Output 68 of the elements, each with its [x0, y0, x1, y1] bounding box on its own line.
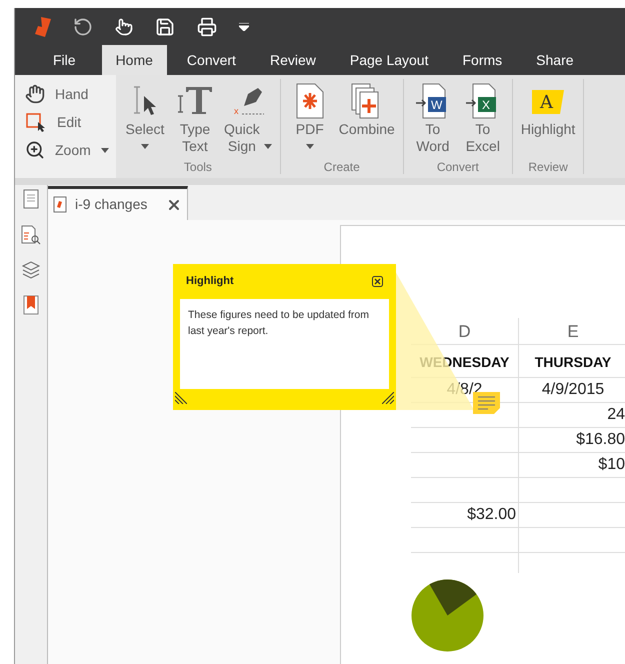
ribbon-button-label: To Excel — [466, 121, 500, 155]
menu-tab[interactable]: Review — [256, 45, 330, 75]
ribbon-button-label: Select — [126, 121, 164, 138]
document-search-icon[interactable] — [21, 225, 41, 245]
print-icon[interactable] — [197, 16, 217, 36]
caret-icon — [100, 148, 109, 152]
undo-icon[interactable] — [73, 16, 93, 36]
nav-tool-label: Zoom — [55, 140, 91, 160]
ribbon-button[interactable]: x Quick Sign — [222, 79, 274, 160]
ribbon-button[interactable]: Select — [122, 79, 168, 160]
ribbon-button-label: To Word — [416, 121, 450, 155]
hand-icon — [25, 84, 45, 104]
table-cell: WEDNESDAY — [420, 354, 510, 370]
table-cell: 24 — [607, 406, 625, 423]
note-text: These figures need to be updated from last year's report. — [188, 309, 369, 337]
document-tab-title: i-9 changes — [75, 195, 148, 214]
column-header: E — [566, 321, 580, 343]
ribbon-button[interactable]: Type Text — [172, 79, 218, 160]
ribbon-button[interactable]: X To Excel — [460, 79, 506, 160]
ribbon-button-label: Combine — [338, 121, 395, 138]
menu-tab[interactable]: Convert — [172, 45, 250, 75]
caret-icon — [264, 144, 272, 149]
menu-tab[interactable]: Share — [522, 45, 588, 75]
page-icon[interactable] — [23, 189, 39, 209]
caret-icon — [141, 144, 149, 149]
bookmark-icon[interactable] — [23, 295, 39, 315]
menu-tab[interactable]: Page Layout — [336, 45, 442, 75]
resize-grip-icon[interactable] — [382, 392, 394, 404]
app-logo-icon — [35, 16, 51, 36]
ribbon-group-label: Convert — [436, 160, 480, 174]
nav-tool-button[interactable]: Zoom — [25, 139, 116, 161]
edit-selection-icon — [25, 112, 47, 132]
nav-tool-label: Hand — [55, 84, 88, 104]
table-cell: $16.80 — [576, 431, 625, 448]
ribbon-button[interactable]: Combine — [336, 79, 397, 160]
customize-caret-icon[interactable] — [239, 22, 249, 30]
ribbon-button-label: Type Text — [180, 121, 210, 155]
menu-tab[interactable]: File — [39, 45, 90, 75]
resize-grip-icon[interactable] — [175, 392, 187, 404]
menu-tab[interactable]: Home — [102, 45, 167, 75]
ribbon-button[interactable]: W To Word — [410, 79, 456, 160]
menu-tab[interactable]: Forms — [448, 45, 516, 75]
hand-pointer-icon[interactable] — [115, 18, 133, 36]
layers-icon[interactable] — [21, 261, 41, 279]
ribbon-button-label: Highlight — [520, 121, 576, 138]
nav-tool-button[interactable]: Edit — [25, 111, 116, 133]
ribbon-group-label: Review — [527, 160, 569, 174]
zoom-icon — [25, 140, 45, 160]
table-cell: $10 — [598, 456, 625, 473]
ribbon-button-label: Quick Sign — [224, 121, 260, 155]
new-document-icon — [294, 83, 325, 119]
table-cell: $32.00 — [467, 506, 516, 523]
save-icon[interactable] — [155, 16, 175, 36]
table-cell: 4/9/2015 — [542, 381, 604, 398]
nav-tool-button[interactable]: Hand — [25, 83, 116, 105]
ribbon-button-label: PDF — [296, 121, 324, 138]
note-text-box[interactable]: These figures need to be updated from last year's report. — [180, 299, 389, 389]
table-cell: THURSDAY — [534, 354, 612, 370]
close-icon[interactable] — [372, 276, 383, 287]
pdf-file-icon — [53, 196, 67, 213]
document-tab[interactable]: i-9 changes — [48, 186, 188, 220]
ribbon-group-label: Create — [322, 160, 361, 174]
ribbon-group-label: Tools — [182, 160, 213, 174]
note-title: Highlight — [186, 274, 234, 290]
caret-icon — [306, 144, 314, 149]
nav-tool-label: Edit — [57, 112, 82, 132]
ribbon-button[interactable]: PDF — [286, 79, 333, 160]
ribbon-button[interactable]: A Highlight — [518, 79, 578, 160]
